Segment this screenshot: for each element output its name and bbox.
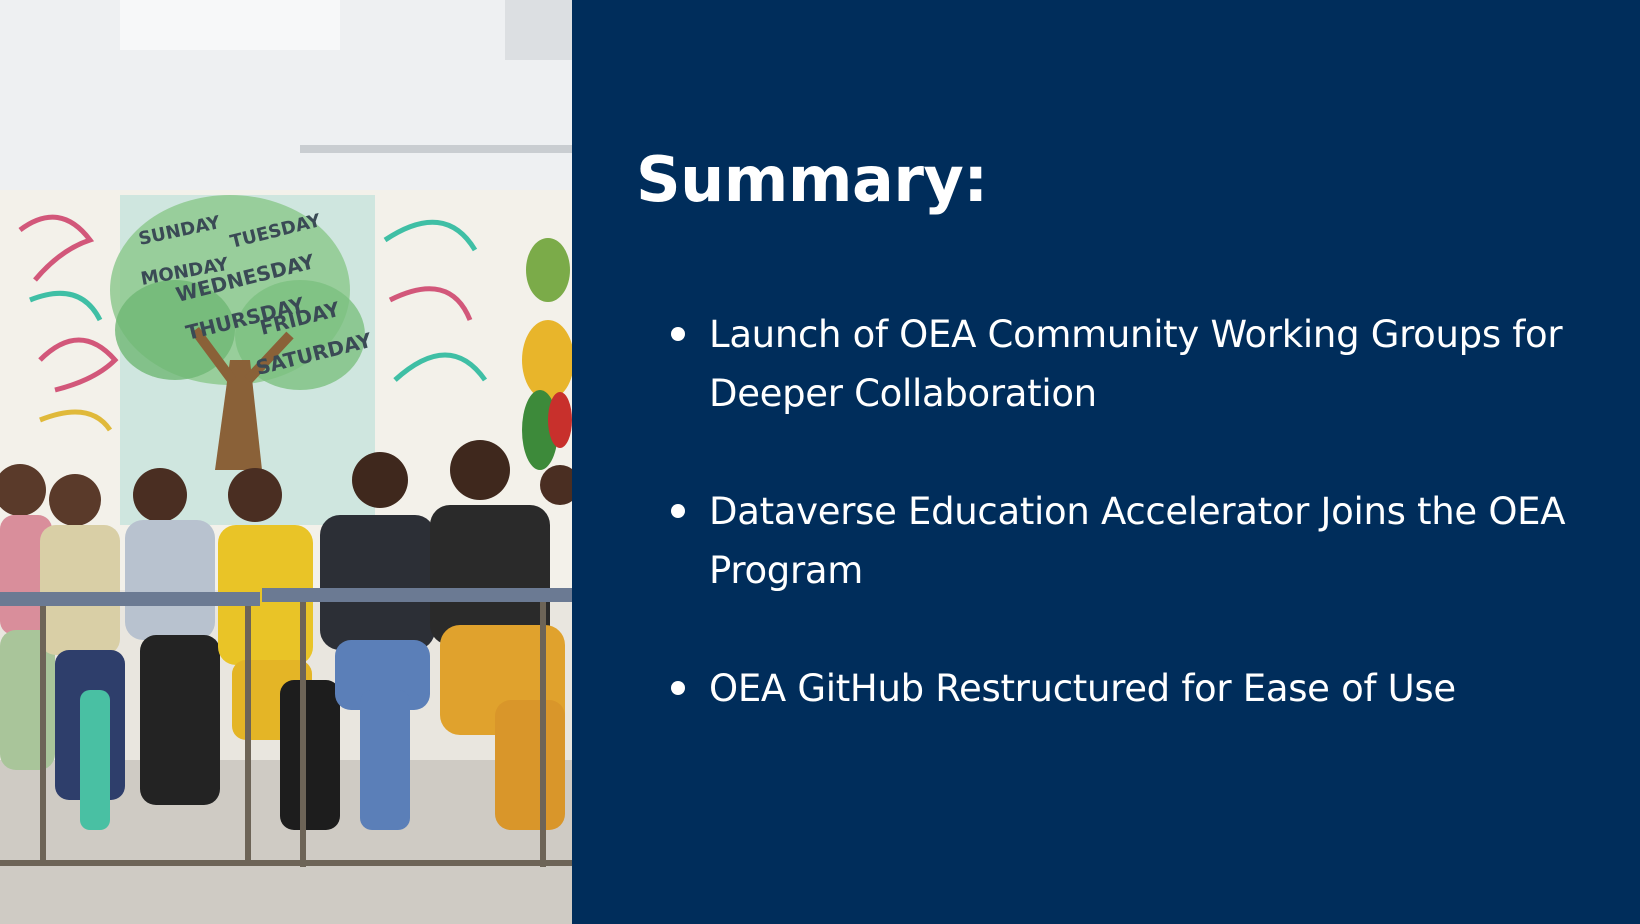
slide-title: Summary: — [636, 143, 988, 216]
bullet-text: Dataverse Education Accelerator Joins th… — [709, 490, 1566, 592]
classroom-photo: SUNDAY MONDAY TUESDAY WEDNESDAY THURSDAY… — [0, 0, 572, 924]
bullet-item: Launch of OEA Community Working Groups f… — [671, 305, 1589, 423]
slide: SUNDAY MONDAY TUESDAY WEDNESDAY THURSDAY… — [0, 0, 1640, 924]
bullet-item: Dataverse Education Accelerator Joins th… — [671, 482, 1589, 600]
bullet-dot-icon — [671, 681, 685, 695]
summary-bullet-list: Launch of OEA Community Working Groups f… — [671, 305, 1589, 718]
bullet-text: Launch of OEA Community Working Groups f… — [709, 313, 1563, 415]
bullet-dot-icon — [671, 327, 685, 341]
bullet-dot-icon — [671, 504, 685, 518]
bullet-item: OEA GitHub Restructured for Ease of Use — [671, 659, 1589, 718]
bullet-text: OEA GitHub Restructured for Ease of Use — [709, 667, 1456, 710]
summary-panel: Summary: Launch of OEA Community Working… — [572, 0, 1640, 924]
